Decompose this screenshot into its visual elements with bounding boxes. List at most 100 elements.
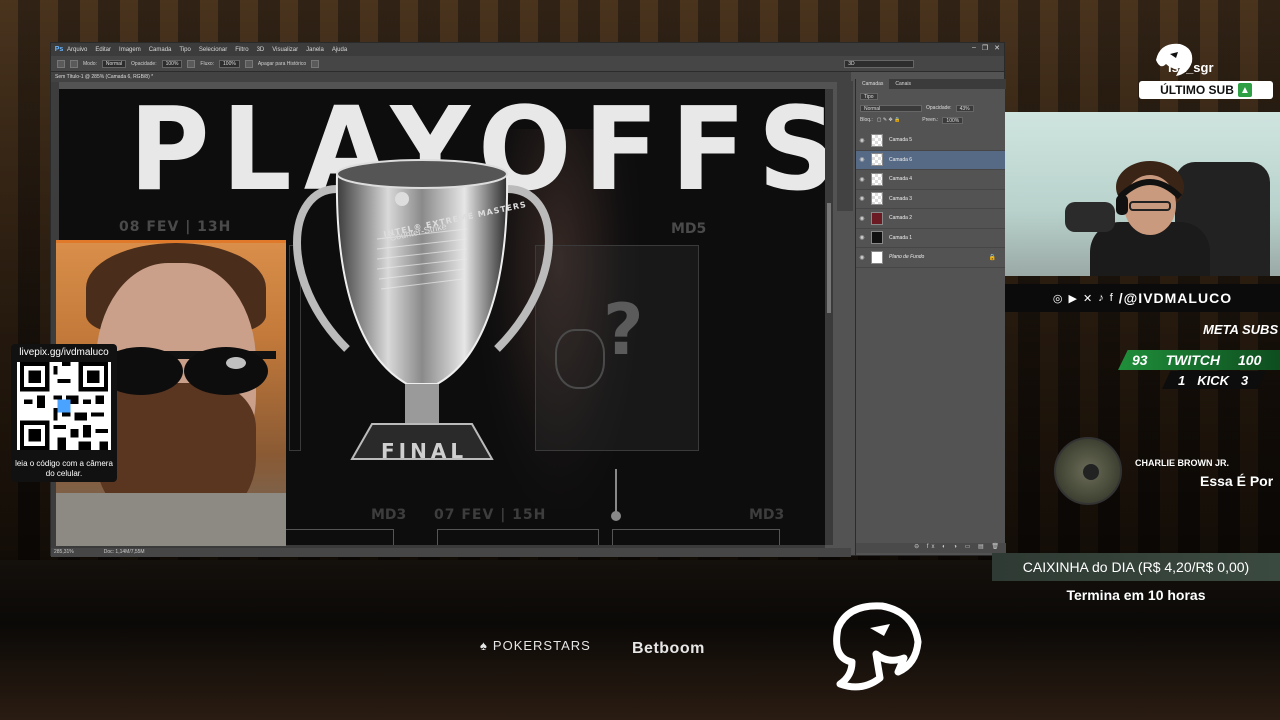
layer-name: Camada 2	[889, 215, 913, 222]
layer-row[interactable]: ◉ Camada 1	[856, 229, 1006, 248]
layers-list: ◉ Camada 5 ◉ Camada 6 ◉ Camada 4 ◉ Camad…	[856, 131, 1006, 268]
sub-goal-title: META SUBS	[1203, 322, 1279, 337]
window-controls: – ❐ ✕	[972, 44, 1000, 52]
layer-row[interactable]: ◉ Camada 3	[856, 190, 1006, 209]
ps-logo[interactable]: Ps	[51, 46, 67, 53]
menu-camada[interactable]: Camada	[149, 47, 172, 53]
qr-card: livepix.gg/ivdmaluco leia o código com a…	[11, 344, 117, 482]
tab-camadas[interactable]: Camadas	[856, 79, 890, 89]
twitch-current: 93	[1132, 352, 1148, 368]
layer-thumbnail	[871, 231, 883, 245]
vertical-scroll-thumb[interactable]	[827, 203, 831, 313]
instagram-icon: ◎	[1052, 292, 1063, 305]
panel-icon-strip[interactable]	[837, 81, 853, 211]
last-sub-label: ÚLTIMO SUB	[1160, 83, 1234, 97]
eye-icon[interactable]: ◉	[856, 137, 868, 144]
eye-icon[interactable]: ◉	[856, 176, 868, 183]
eye-icon[interactable]: ◉	[856, 234, 868, 241]
arrow-up-icon: ▲	[1237, 83, 1252, 97]
facebook-icon: f	[1109, 292, 1113, 304]
workspace-select[interactable]: 3D	[844, 59, 915, 68]
layer-row[interactable]: ◉ Camada 4	[856, 170, 1006, 190]
layer-opacity-label: Opacidade:	[926, 105, 952, 111]
menu-visualizar[interactable]: Visualizar	[272, 47, 298, 53]
music-artist: CHARLIE BROWN JR.	[1135, 458, 1229, 468]
ps-menubar: Ps Arquivo Editar Imagem Camada Tipo Sel…	[51, 43, 1004, 56]
youtube-icon: ▶	[1068, 292, 1077, 305]
airbrush-icon[interactable]	[244, 59, 253, 68]
mode-select[interactable]: Normal	[101, 59, 127, 68]
flow-label: Fluxo:	[200, 60, 215, 67]
menu-arquivo[interactable]: Arquivo	[67, 47, 87, 53]
maximize-icon[interactable]: ❐	[982, 44, 988, 52]
qr-code-icon[interactable]	[17, 362, 111, 450]
doc-size: Doc: 1,14M/7,55M	[103, 549, 145, 555]
document-tab[interactable]: Sem Título-1 @ 285% (Camada 6, RGB/8) *	[51, 72, 851, 82]
tab-canais[interactable]: Canais	[889, 79, 917, 89]
layer-thumbnail	[871, 153, 883, 167]
layer-filter-select[interactable]: Tipo	[860, 92, 878, 100]
layer-row[interactable]: ◉ Plano de Fundo 🔒	[856, 248, 1006, 268]
music-song: Essa É Por	[1200, 473, 1274, 489]
layer-thumbnail	[871, 172, 883, 186]
trophy-final-text: FINAL	[381, 439, 468, 463]
spade-icon: ♠	[480, 638, 488, 653]
layer-thumbnail	[871, 250, 883, 264]
opacity-input[interactable]: 100%	[161, 59, 183, 68]
menu-selecionar[interactable]: Selecionar	[199, 47, 227, 53]
menu-janela[interactable]: Janela	[306, 47, 324, 53]
kick-goal-bar: 1 KICK 3	[1162, 371, 1266, 389]
fill-label: Preen.:	[922, 117, 939, 123]
menu-imagem[interactable]: Imagem	[119, 47, 141, 53]
zoom-level[interactable]: 285,31%	[54, 548, 74, 557]
layers-panel-actions[interactable]: ⊖ fx ◐ ◑ ▭ ▤ 🗑	[856, 543, 1006, 553]
eraser-tool-icon[interactable]	[57, 59, 65, 68]
layer-name: Plano de Fundo	[889, 254, 925, 261]
layer-row[interactable]: ◉ Camada 2	[856, 209, 1006, 229]
layer-opacity-input[interactable]: 43%	[955, 104, 974, 112]
minimize-icon[interactable]: –	[972, 44, 976, 52]
qr-url: livepix.gg/ivdmaluco	[19, 347, 109, 358]
menu-3d[interactable]: 3D	[257, 47, 265, 53]
lock-label: Bloq.:	[860, 117, 873, 123]
bracket-dot	[611, 511, 621, 521]
social-handle: /@IVDMALUCO	[1118, 290, 1233, 306]
erase-to-history-checkbox[interactable]: Apagar para Histórico	[258, 61, 306, 67]
brush-preset-icon[interactable]	[70, 59, 78, 68]
close-icon[interactable]: ✕	[994, 44, 1000, 52]
layer-row-selected[interactable]: ◉ Camada 6	[856, 150, 1006, 170]
pokerstars-text: POKERSTARS	[492, 638, 591, 653]
furia-panther-logo-icon	[833, 602, 922, 691]
pressure-opacity-icon[interactable]	[187, 59, 196, 68]
caixinha-time: Termina em 10 horas	[1066, 587, 1206, 603]
menu-filtro[interactable]: Filtro	[235, 47, 248, 53]
pressure-size-icon[interactable]	[311, 59, 320, 68]
flow-input[interactable]: 100%	[219, 59, 240, 68]
status-bar: 285,31% Doc: 1,14M/7,55M	[51, 548, 851, 557]
panel-tabs: Camadas Canais	[856, 79, 1006, 89]
twitch-goal-bar: 93 TWITCH 100	[1118, 350, 1280, 370]
menu-editar[interactable]: Editar	[95, 47, 111, 53]
last-sub-username: isa_sgr	[1168, 60, 1214, 75]
lock-icons[interactable]: ▢ ✎ ✥ 🔒	[877, 117, 901, 123]
kick-label: KICK	[1197, 372, 1230, 388]
vertical-scrollbar[interactable]	[825, 89, 833, 545]
menu-ajuda[interactable]: Ajuda	[332, 47, 347, 53]
menu-tipo[interactable]: Tipo	[179, 47, 190, 53]
eye-icon[interactable]: ◉	[856, 195, 868, 202]
eye-icon[interactable]: ◉	[856, 215, 868, 222]
eye-icon[interactable]: ◉	[856, 156, 868, 163]
album-art	[1054, 437, 1122, 505]
last-sub-badge: ÚLTIMO SUB ▲	[1139, 81, 1273, 99]
sponsor-betboom: Betboom	[632, 640, 705, 657]
layer-thumbnail	[871, 133, 883, 147]
fill-input[interactable]: 100%	[942, 116, 964, 124]
eye-icon[interactable]: ◉	[856, 254, 868, 261]
blend-mode-select[interactable]: Normal	[860, 104, 922, 112]
lock-row: Bloq.: ▢ ✎ ✥ 🔒 Preen.: 100%	[856, 115, 1006, 125]
bracket-box-2	[437, 529, 599, 545]
streamer-head	[1116, 161, 1184, 235]
layer-filter-row: Tipo	[856, 91, 1006, 101]
kick-goal: 3	[1241, 372, 1249, 388]
layer-row[interactable]: ◉ Camada 5	[856, 131, 1006, 151]
